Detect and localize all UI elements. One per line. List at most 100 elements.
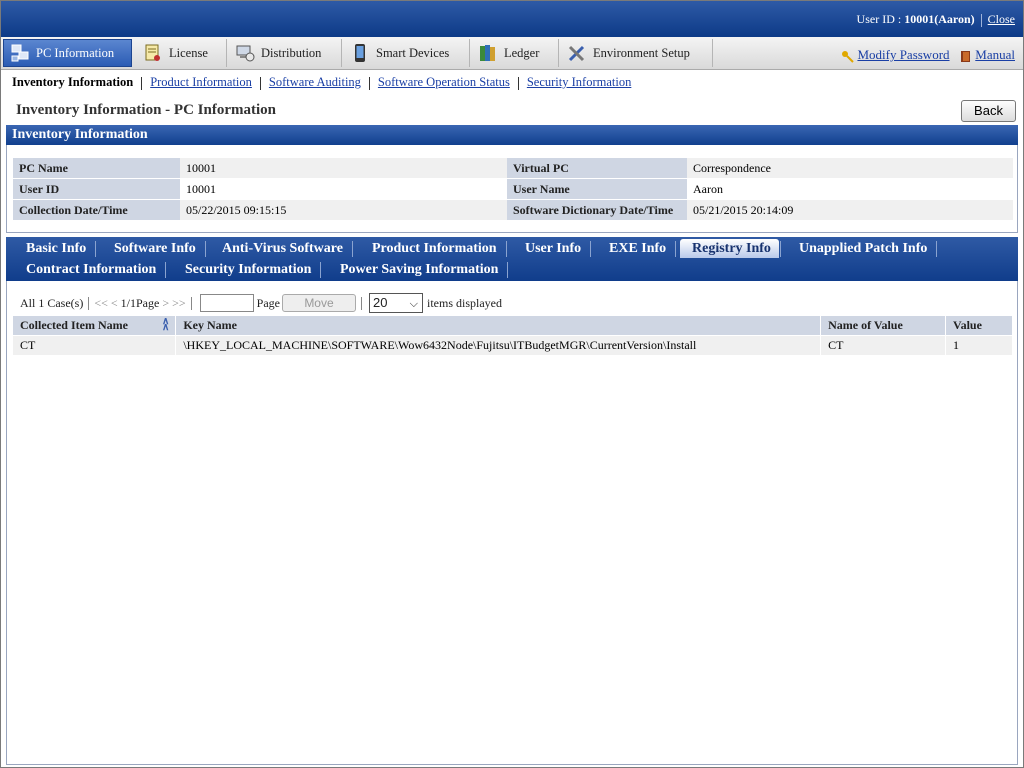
detail-tabs: Basic Info Software Info Anti-Virus Soft…	[6, 237, 1018, 281]
tab-anti-virus-software[interactable]: Anti-Virus Software	[210, 239, 353, 258]
column-header-label: Collected Item Name	[20, 318, 128, 332]
column-header-name-of-value[interactable]: Name of Value	[820, 316, 947, 336]
tab-power-saving-information[interactable]: Power Saving Information	[328, 260, 509, 279]
smart-device-icon	[355, 44, 365, 62]
subnav-software-auditing[interactable]: Software Auditing	[269, 75, 361, 89]
divider	[259, 76, 261, 90]
distribution-pc-icon	[236, 45, 255, 62]
tab-unapplied-patch-info[interactable]: Unapplied Patch Info	[787, 239, 938, 258]
menu-tab-label: Ledger	[504, 45, 540, 60]
page-label: Page	[256, 295, 280, 310]
table-header-row: Collected Item Name ∧ ∧ Key Name Name of V…	[13, 316, 1013, 336]
items-per-page-value: 20	[372, 295, 388, 310]
tab-product-information[interactable]: Product Information	[360, 239, 507, 258]
column-header-collected-item-name[interactable]: Collected Item Name ∧ ∧	[13, 316, 177, 336]
cell-key-name: \HKEY_LOCAL_MACHINE\SOFTWARE\Wow6432Node…	[175, 335, 822, 355]
modify-password-link[interactable]: Modify Password	[857, 47, 949, 62]
menu-tab-label: License	[169, 45, 208, 60]
tab-security-information[interactable]: Security Information	[173, 260, 322, 279]
field-value: Correspondence	[687, 158, 1013, 179]
page-title: Inventory Information - PC Information	[16, 102, 276, 118]
sub-navigation: Inventory Information Product Information…	[12, 75, 631, 90]
menu-tab-ledger[interactable]: Ledger	[472, 39, 559, 67]
top-bar: User ID : 10001(Aaron) Close	[1, 1, 1023, 37]
menu-tab-label: Environment Setup	[593, 45, 690, 60]
next-page-link[interactable]: >	[162, 296, 169, 311]
table-row: Collection Date/Time 05/22/2015 09:15:15…	[13, 199, 1013, 221]
field-label: Collection Date/Time	[13, 199, 180, 221]
key-icon	[842, 50, 855, 63]
subnav-security-information[interactable]: Security Information	[527, 75, 632, 89]
result-count: All 1 Case(s)	[20, 295, 84, 310]
user-id-label: User ID :	[856, 12, 905, 26]
menu-tab-label: PC Information	[36, 45, 115, 60]
divider	[141, 76, 143, 90]
cell-name-of-value: CT	[820, 335, 947, 355]
utility-links: Modify Password Manual	[841, 47, 1015, 63]
divider	[88, 296, 90, 310]
column-header-key-name[interactable]: Key Name	[175, 316, 822, 336]
menu-tab-distribution[interactable]: Distribution	[229, 39, 342, 67]
field-value: 05/22/2015 09:15:15	[180, 199, 507, 221]
divider	[368, 76, 370, 90]
back-button[interactable]: Back	[961, 100, 1016, 122]
menu-tab-smart-devices[interactable]: Smart Devices	[344, 39, 470, 67]
cell-collected-item-name: CT	[13, 335, 177, 355]
move-button[interactable]: Move	[281, 294, 356, 312]
tab-registry-info[interactable]: Registry Info	[680, 239, 781, 258]
registry-table: Collected Item Name ∧ ∧ Key Name Name of V…	[13, 316, 1013, 355]
items-displayed-label: items displayed	[426, 295, 502, 310]
field-label: Software Dictionary Date/Time	[507, 199, 687, 221]
menu-tab-label: Smart Devices	[376, 45, 450, 60]
subnav-current: Inventory Information	[12, 75, 134, 89]
table-row: PC Name 10001 Virtual PC Correspondence	[13, 158, 1013, 179]
license-certificate-icon	[145, 44, 160, 61]
column-header-value[interactable]: Value	[945, 316, 1013, 336]
items-per-page-select[interactable]: 20 ⌵	[368, 293, 423, 313]
menu-tab-pc-information[interactable]: PC Information	[3, 39, 132, 67]
ledger-book-icon	[480, 45, 495, 61]
tab-software-info[interactable]: Software Info	[102, 239, 206, 258]
pc-network-icon	[11, 44, 29, 62]
tab-exe-info[interactable]: EXE Info	[597, 239, 677, 258]
tab-user-info[interactable]: User Info	[513, 239, 592, 258]
divider	[980, 13, 982, 27]
tab-contract-information[interactable]: Contract Information	[14, 260, 167, 279]
prev-page-link[interactable]: <	[111, 296, 118, 311]
divider	[517, 76, 519, 90]
inventory-table: PC Name 10001 Virtual PC Correspondence …	[13, 158, 1013, 221]
manual-link[interactable]: Manual	[975, 47, 1015, 62]
app-window: User ID : 10001(Aaron) Close PC Informati…	[0, 0, 1024, 768]
manual-book-icon	[961, 50, 971, 62]
menu-tab-environment-setup[interactable]: Environment Setup	[561, 39, 713, 67]
field-label: User Name	[507, 178, 687, 200]
tools-icon	[568, 45, 585, 62]
menu-tab-label: Distribution	[261, 45, 322, 60]
field-label: PC Name	[13, 158, 180, 179]
subnav-software-operation-status[interactable]: Software Operation Status	[378, 75, 510, 89]
table-row: User ID 10001 User Name Aaron	[13, 178, 1013, 200]
field-value: 10001	[180, 158, 507, 179]
field-value: Aaron	[687, 178, 1013, 200]
field-label: Virtual PC	[507, 158, 687, 179]
page-number-input[interactable]	[199, 294, 254, 312]
user-info: User ID : 10001(Aaron) Close	[857, 12, 1015, 27]
field-value: 10001	[180, 178, 507, 200]
page-status: 1/1Page	[120, 295, 160, 310]
field-label: User ID	[13, 178, 180, 200]
first-page-link[interactable]: <<	[94, 296, 108, 311]
divider	[360, 296, 362, 310]
subnav-product-information[interactable]: Product Information	[150, 75, 252, 89]
field-value: 05/21/2015 20:14:09	[687, 199, 1013, 221]
close-link[interactable]: Close	[988, 12, 1015, 26]
user-id-value: 10001(Aaron)	[904, 12, 975, 26]
inventory-section-header: Inventory Information	[6, 125, 1018, 145]
tab-basic-info[interactable]: Basic Info	[14, 239, 97, 258]
last-page-link[interactable]: >>	[172, 296, 186, 311]
cell-value: 1	[945, 335, 1013, 355]
sort-ascending-icon[interactable]: ∧ ∧	[162, 317, 169, 333]
chevron-down-icon: ⌵	[409, 298, 418, 310]
menu-tab-license[interactable]: License	[137, 39, 227, 67]
table-row[interactable]: CT \HKEY_LOCAL_MACHINE\SOFTWARE\Wow6432N…	[13, 335, 1013, 355]
divider	[190, 296, 192, 310]
